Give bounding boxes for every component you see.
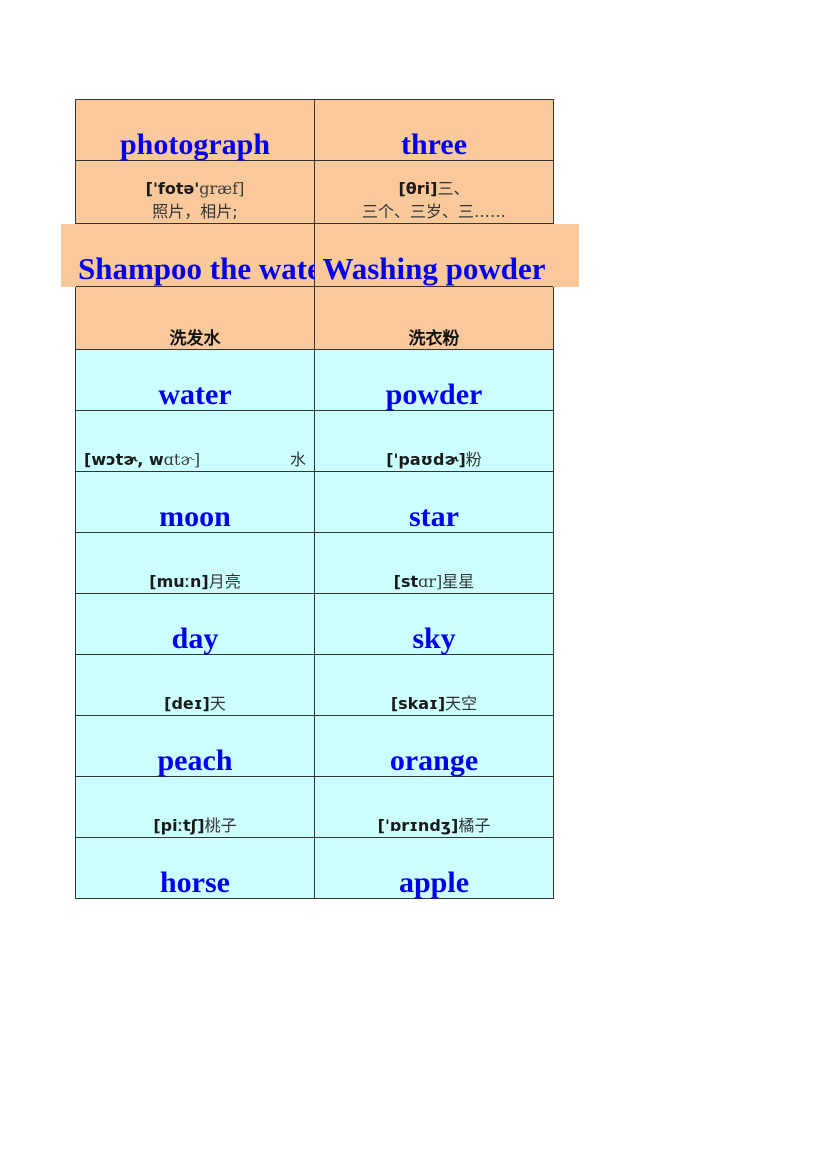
gloss-cell[interactable]: ['paʊdɚ]粉 xyxy=(314,410,554,472)
gloss-text: [θri]三、三个、三岁、三…… xyxy=(317,177,551,223)
ipa-text: ['fotə' xyxy=(145,178,200,198)
word-text: Washing powder xyxy=(322,251,546,287)
chinese-gloss: 天 xyxy=(209,694,226,714)
chinese-gloss: 水 xyxy=(289,450,306,470)
word-text: photograph xyxy=(119,127,271,161)
ipa-secondary-text: græf] xyxy=(199,178,245,198)
gloss-text: [wɔtɚ, wɑtɚ] 水 xyxy=(78,449,312,471)
word-cell[interactable]: apple xyxy=(314,837,554,899)
table-row: [muːn]月亮 [stɑr]星星 xyxy=(75,532,554,594)
ipa-text: [muːn] xyxy=(149,572,209,592)
word-cell-overflow[interactable]: Shampoo the water xyxy=(75,223,335,287)
chinese-cell[interactable]: 洗衣粉 xyxy=(314,286,554,350)
chinese-label: 洗发水 xyxy=(169,329,221,349)
vocabulary-sheet: photograph three ['fotə'græf] 照片，相片; [θri… xyxy=(61,99,579,899)
gloss-text: [muːn]月亮 xyxy=(78,571,312,593)
ipa-text: [piːtʃ] xyxy=(153,816,205,836)
chinese-gloss: 粉 xyxy=(465,450,482,470)
ipa-secondary-text: ɑtɚ] xyxy=(163,450,201,470)
word-cell-overflow[interactable]: Washing powder xyxy=(314,223,554,287)
word-text: three xyxy=(400,127,468,161)
chinese-gloss: 三、 xyxy=(437,178,470,198)
chinese-gloss: 橘子 xyxy=(458,816,491,836)
table-row: water powder xyxy=(75,349,554,411)
word-text: moon xyxy=(159,499,231,533)
word-text: powder xyxy=(385,377,483,411)
word-text: horse xyxy=(160,865,230,899)
word-cell[interactable]: photograph xyxy=(75,99,315,161)
gloss-text: ['ɒrɪndʒ]橘子 xyxy=(317,815,551,837)
word-text: apple xyxy=(398,865,470,899)
word-text: Shampoo the water xyxy=(78,251,335,287)
ipa-text: ['ɒrɪndʒ] xyxy=(377,816,459,836)
gloss-cell[interactable]: [piːtʃ]桃子 xyxy=(75,776,315,838)
overflow-bleed-right xyxy=(553,223,579,287)
gloss-text: [skaɪ]天空 xyxy=(317,693,551,715)
table-row: photograph three xyxy=(75,99,554,161)
table-row: [deɪ]天 [skaɪ]天空 xyxy=(75,654,554,716)
table-row: [wɔtɚ, wɑtɚ] 水 ['paʊdɚ]粉 xyxy=(75,410,554,472)
table-row: day sky xyxy=(75,593,554,655)
word-cell[interactable]: peach xyxy=(75,715,315,777)
table-row: moon star xyxy=(75,471,554,533)
gloss-cell[interactable]: [skaɪ]天空 xyxy=(314,654,554,716)
gloss-text: ['paʊdɚ]粉 xyxy=(317,449,551,471)
gloss-cell[interactable]: [deɪ]天 xyxy=(75,654,315,716)
table-body: photograph three ['fotə'græf] 照片，相片; [θri… xyxy=(75,99,554,899)
word-cell[interactable]: day xyxy=(75,593,315,655)
word-cell[interactable]: sky xyxy=(314,593,554,655)
ipa-text: [skaɪ] xyxy=(390,694,446,714)
chinese-gloss: 月亮 xyxy=(208,572,241,592)
ipa-text: [wɔtɚ, wɑtɚ] xyxy=(84,449,200,471)
word-text: sky xyxy=(412,621,456,655)
word-cell[interactable]: horse xyxy=(75,837,315,899)
word-cell[interactable]: water xyxy=(75,349,315,411)
gloss-cell[interactable]: ['ɒrɪndʒ]橘子 xyxy=(314,776,554,838)
ipa-text: [deɪ] xyxy=(164,694,210,714)
table-row: [piːtʃ]桃子 ['ɒrɪndʒ]橘子 xyxy=(75,776,554,838)
table-row: 洗发水 洗衣粉 xyxy=(75,286,554,350)
word-text: day xyxy=(171,621,219,655)
gloss-cell[interactable]: [stɑr]星星 xyxy=(314,532,554,594)
gloss-cell[interactable]: [wɔtɚ, wɑtɚ] 水 xyxy=(75,410,315,472)
chinese-gloss: 星星 xyxy=(442,572,475,592)
word-text: peach xyxy=(157,743,233,777)
ipa-text: ['paʊdɚ] xyxy=(386,450,466,470)
gloss-text: [deɪ]天 xyxy=(78,693,312,715)
ipa-secondary-text: ɑr] xyxy=(418,572,443,592)
word-text: star xyxy=(409,499,459,533)
chinese-label: 洗衣粉 xyxy=(408,329,460,349)
ipa-primary: [wɔtɚ, w xyxy=(84,450,164,470)
word-cell[interactable]: moon xyxy=(75,471,315,533)
chinese-gloss: 天空 xyxy=(445,694,478,714)
ipa-text: [θri] xyxy=(398,178,438,198)
gloss-text: [stɑr]星星 xyxy=(317,571,551,593)
word-cell[interactable]: orange xyxy=(314,715,554,777)
table-row: horse apple xyxy=(75,837,554,899)
gloss-text: [piːtʃ]桃子 xyxy=(78,815,312,837)
overflow-bleed-left xyxy=(61,223,76,287)
gloss-text: ['fotə'græf] 照片，相片; xyxy=(78,177,312,223)
gloss-cell[interactable]: [muːn]月亮 xyxy=(75,532,315,594)
table-row: peach orange xyxy=(75,715,554,777)
table-row: ['fotə'græf] 照片，相片; [θri]三、三个、三岁、三…… xyxy=(75,160,554,224)
chinese-gloss: 桃子 xyxy=(204,816,237,836)
chinese-gloss-line2: 三个、三岁、三…… xyxy=(361,201,506,221)
word-cell[interactable]: star xyxy=(314,471,554,533)
gloss-cell[interactable]: [θri]三、三个、三岁、三…… xyxy=(314,160,554,224)
chinese-cell[interactable]: 洗发水 xyxy=(75,286,315,350)
chinese-gloss: 照片，相片; xyxy=(152,201,238,221)
word-cell[interactable]: powder xyxy=(314,349,554,411)
word-cell[interactable]: three xyxy=(314,99,554,161)
word-text: orange xyxy=(389,743,479,777)
gloss-cell[interactable]: ['fotə'græf] 照片，相片; xyxy=(75,160,315,224)
table-row-overflowing: Shampoo the water Washing powder xyxy=(75,223,554,287)
vocabulary-table: photograph three ['fotə'græf] 照片，相片; [θri… xyxy=(75,99,554,899)
word-text: water xyxy=(158,377,232,411)
ipa-text: [st xyxy=(393,572,419,592)
